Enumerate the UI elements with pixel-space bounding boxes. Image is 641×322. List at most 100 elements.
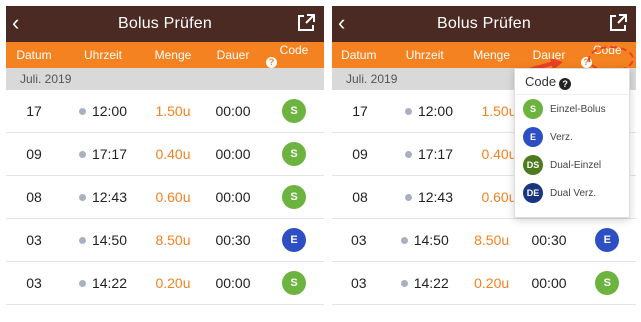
row-duration: 00:00 <box>215 189 251 205</box>
column-datum: Datum <box>16 48 52 62</box>
row-time: 14:22 <box>91 275 128 291</box>
row-time: 14:50 <box>413 232 449 248</box>
external-link-icon[interactable] <box>608 13 628 33</box>
row-time: 17:17 <box>91 146 128 162</box>
row-duration: 00:00 <box>215 275 251 291</box>
popup-header: Code? <box>515 69 629 95</box>
question-circle-icon: ? <box>559 78 572 90</box>
column-code-label: Code <box>279 42 309 57</box>
chevron-left-icon[interactable]: ‹ <box>338 11 345 35</box>
row-date: 03 <box>350 275 367 291</box>
row-date: 08 <box>26 189 42 205</box>
month-header: Juli. 2019 <box>6 68 324 90</box>
row-time: 14:50 <box>91 232 128 248</box>
dot-icon <box>78 279 86 287</box>
row-code-cell: S <box>264 99 324 123</box>
column-header-bar: Datum Uhrzeit Menge Dauer Code? <box>6 42 324 68</box>
dot-icon <box>404 107 412 115</box>
table-row[interactable]: 17 12:00 1.50u 00:00 S <box>6 90 324 133</box>
dot-icon <box>78 236 86 244</box>
row-time: 12:00 <box>91 103 128 119</box>
page-title: Bolus Prüfen <box>117 15 212 32</box>
row-code-cell: E <box>579 228 636 252</box>
column-code[interactable]: Code? <box>264 43 324 68</box>
row-duration: 00:00 <box>215 146 251 162</box>
row-date: 09 <box>26 146 42 162</box>
row-duration: 00:30 <box>215 232 251 248</box>
column-uhrzeit: Uhrzeit <box>405 48 444 62</box>
legend-item: E Verz. <box>515 123 629 151</box>
legend-item: S Einzel-Bolus <box>515 95 629 123</box>
table-row[interactable]: 03 14:22 0.20u 00:00 S <box>332 262 636 305</box>
dot-icon <box>400 279 408 287</box>
code-badge: DE <box>523 183 543 203</box>
row-amount: 0.20u <box>474 275 510 291</box>
popup-title: Code <box>525 74 557 89</box>
code-badge: S <box>595 271 620 295</box>
chevron-left-icon[interactable]: ‹ <box>12 11 19 35</box>
code-legend-popup: Code? S Einzel-Bolus E Verz. DS Dual-Ein… <box>514 68 630 218</box>
row-duration: 00:30 <box>531 232 567 248</box>
row-date: 03 <box>350 232 367 248</box>
row-time: 12:43 <box>91 189 128 205</box>
dot-icon <box>404 150 412 158</box>
row-time-cell: 14:22 <box>62 275 144 291</box>
table-row[interactable]: 03 14:22 0.20u 00:00 S <box>6 262 324 305</box>
row-time-cell: 12:00 <box>62 103 144 119</box>
row-date: 17 <box>26 103 42 119</box>
question-circle-icon[interactable]: ? <box>266 56 277 68</box>
row-time-cell: 12:43 <box>388 189 470 205</box>
legend-label: Einzel-Bolus <box>550 103 606 115</box>
row-time-cell: 17:17 <box>388 146 470 162</box>
table-row[interactable]: 09 17:17 0.40u 00:00 S <box>6 133 324 176</box>
row-code-cell: S <box>579 271 636 295</box>
row-duration: 00:00 <box>531 275 567 291</box>
row-time-cell: 12:00 <box>388 103 470 119</box>
column-menge: Menge <box>473 48 510 62</box>
row-time: 12:00 <box>417 103 454 119</box>
legend-item: DS Dual-Einzel <box>515 151 629 179</box>
row-date: 09 <box>352 146 368 162</box>
legend-label: Dual Verz. <box>550 187 597 199</box>
row-time-cell: 14:22 <box>386 275 464 291</box>
code-badge: S <box>282 185 306 209</box>
column-uhrzeit: Uhrzeit <box>83 48 122 62</box>
title-bar: ‹ Bolus Prüfen <box>6 6 324 42</box>
code-badge: DS <box>523 155 543 175</box>
dot-icon <box>78 150 86 158</box>
row-code-cell: S <box>264 142 324 166</box>
code-badge: E <box>282 228 306 252</box>
code-badge: S <box>282 142 306 166</box>
right-screen: ‹ Bolus Prüfen Datum Uhrzeit Menge Dauer… <box>332 6 636 322</box>
legend-item: DE Dual Verz. <box>515 179 629 207</box>
dot-icon <box>400 236 408 244</box>
table-row[interactable]: 08 12:43 0.60u 00:00 S <box>6 176 324 219</box>
row-code-cell: E <box>264 228 324 252</box>
left-screen: ‹ Bolus Prüfen Datum Uhrzeit Menge Dauer… <box>6 6 324 322</box>
screen-divider <box>326 6 330 322</box>
code-badge: S <box>282 99 306 123</box>
table-row[interactable]: 03 14:50 8.50u 00:30 E <box>332 219 636 262</box>
title-bar: ‹ Bolus Prüfen <box>332 6 636 42</box>
legend-label: Verz. <box>550 131 573 143</box>
row-amount: 0.20u <box>155 275 191 291</box>
row-code-cell: S <box>264 185 324 209</box>
column-menge: Menge <box>154 48 192 62</box>
dot-icon <box>404 193 412 201</box>
screenshot-stage: ‹ Bolus Prüfen Datum Uhrzeit Menge Dauer… <box>0 0 641 322</box>
row-duration: 00:00 <box>215 103 251 119</box>
table-row[interactable]: 03 14:50 8.50u 00:30 E <box>6 219 324 262</box>
column-dauer: Dauer <box>216 48 250 62</box>
row-date: 08 <box>352 189 368 205</box>
row-amount: 8.50u <box>155 232 191 248</box>
row-amount: 0.40u <box>155 146 191 162</box>
code-badge: E <box>523 127 543 147</box>
column-datum: Datum <box>341 48 377 62</box>
dot-icon <box>78 193 86 201</box>
row-amount: 8.50u <box>474 232 510 248</box>
external-link-icon[interactable] <box>296 13 316 33</box>
row-time-cell: 14:50 <box>62 232 144 248</box>
row-time: 12:43 <box>417 189 454 205</box>
row-time: 14:22 <box>413 275 449 291</box>
row-time-cell: 12:43 <box>62 189 144 205</box>
